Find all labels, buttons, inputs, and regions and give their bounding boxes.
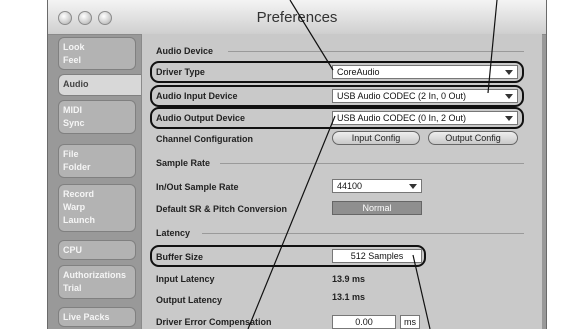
callout-line-input-device	[487, 0, 498, 94]
callout-line-output-device	[247, 115, 336, 329]
callout-line-buffer-size	[412, 254, 431, 329]
callout-line-driver-type	[289, 0, 334, 71]
callout-lines	[247, 0, 498, 329]
